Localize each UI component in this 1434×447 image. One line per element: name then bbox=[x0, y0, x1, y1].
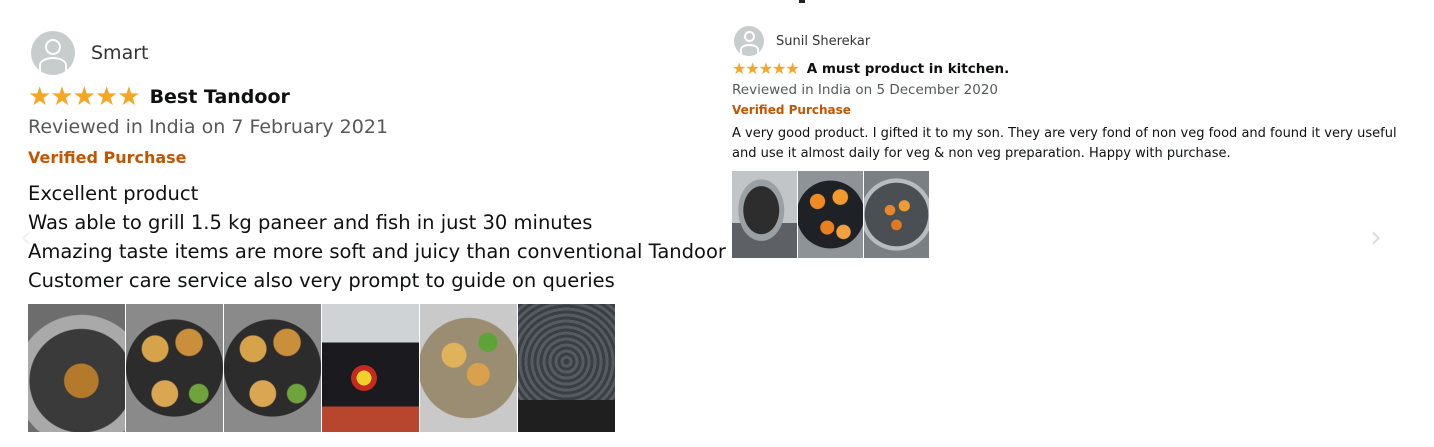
reviewer-name[interactable]: Smart bbox=[91, 42, 148, 64]
review-date: Reviewed in India on 7 February 2021 bbox=[28, 116, 389, 138]
review-photos bbox=[732, 171, 929, 258]
review-photo-thumbnail[interactable] bbox=[224, 304, 321, 432]
avatar-icon bbox=[734, 26, 764, 56]
review-photo-thumbnail[interactable] bbox=[126, 304, 223, 432]
star-icon: ★ bbox=[732, 59, 747, 78]
avatar-icon bbox=[31, 31, 75, 75]
star-icon: ★ bbox=[50, 82, 74, 112]
review-photo-thumbnail[interactable] bbox=[420, 304, 517, 432]
review-title-row: ★ ★ ★ ★ ★ A must product in kitchen. bbox=[732, 59, 1010, 78]
review-title-row: ★ ★ ★ ★ ★ Best Tandoor bbox=[28, 84, 290, 110]
star-icon: ★ bbox=[117, 82, 141, 112]
review-body: A very good product. I gifted it to my s… bbox=[732, 126, 1397, 161]
chevron-right-icon[interactable]: › bbox=[1370, 220, 1382, 255]
review-body-line: Excellent product bbox=[28, 182, 199, 205]
review-body-line: Amazing taste items are more soft and ju… bbox=[28, 240, 726, 263]
review-title[interactable]: A must product in kitchen. bbox=[807, 61, 1010, 77]
review-photo-thumbnail[interactable] bbox=[864, 171, 929, 258]
star-rating[interactable]: ★ ★ ★ ★ ★ bbox=[28, 82, 141, 112]
star-icon: ★ bbox=[28, 82, 52, 112]
review-photo-thumbnail[interactable] bbox=[732, 171, 797, 258]
star-icon: ★ bbox=[72, 82, 96, 112]
review-photo-thumbnail[interactable] bbox=[28, 304, 125, 432]
review-photo-thumbnail[interactable] bbox=[798, 171, 863, 258]
review-photos bbox=[28, 304, 615, 432]
top-divider-mark bbox=[799, 0, 805, 3]
star-icon: ★ bbox=[745, 59, 760, 78]
review-photo-thumbnail[interactable] bbox=[518, 304, 615, 432]
review-title[interactable]: Best Tandoor bbox=[150, 86, 290, 108]
star-icon: ★ bbox=[785, 59, 800, 78]
review-body-line: Was able to grill 1.5 kg paneer and fish… bbox=[28, 211, 593, 234]
review-body: Excellent product Was able to grill 1.5 … bbox=[28, 179, 726, 295]
review-body-line: Customer care service also very prompt t… bbox=[28, 269, 615, 292]
review-date: Reviewed in India on 5 December 2020 bbox=[732, 82, 998, 98]
star-icon: ★ bbox=[772, 59, 787, 78]
star-rating[interactable]: ★ ★ ★ ★ ★ bbox=[732, 59, 800, 78]
verified-purchase-badge: Verified Purchase bbox=[28, 148, 187, 167]
reviewer-profile[interactable]: Smart bbox=[31, 31, 148, 75]
star-icon: ★ bbox=[94, 82, 119, 112]
reviewer-name[interactable]: Sunil Sherekar bbox=[776, 34, 870, 49]
verified-purchase-badge: Verified Purchase bbox=[732, 103, 851, 117]
star-icon: ★ bbox=[758, 59, 774, 78]
reviewer-profile[interactable]: Sunil Sherekar bbox=[734, 26, 870, 56]
review-photo-thumbnail[interactable] bbox=[322, 304, 419, 432]
